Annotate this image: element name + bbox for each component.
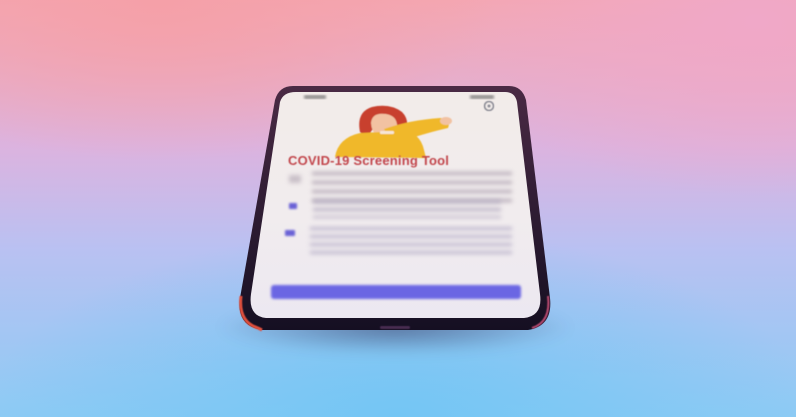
checkbox-icon [289,203,297,209]
list-item [310,227,512,255]
intro-icon [289,175,301,183]
list-item [313,200,501,218]
checkbox-icon [285,230,295,236]
page-title: COVID-19 Screening Tool [288,153,450,168]
continue-button[interactable] [271,285,521,299]
